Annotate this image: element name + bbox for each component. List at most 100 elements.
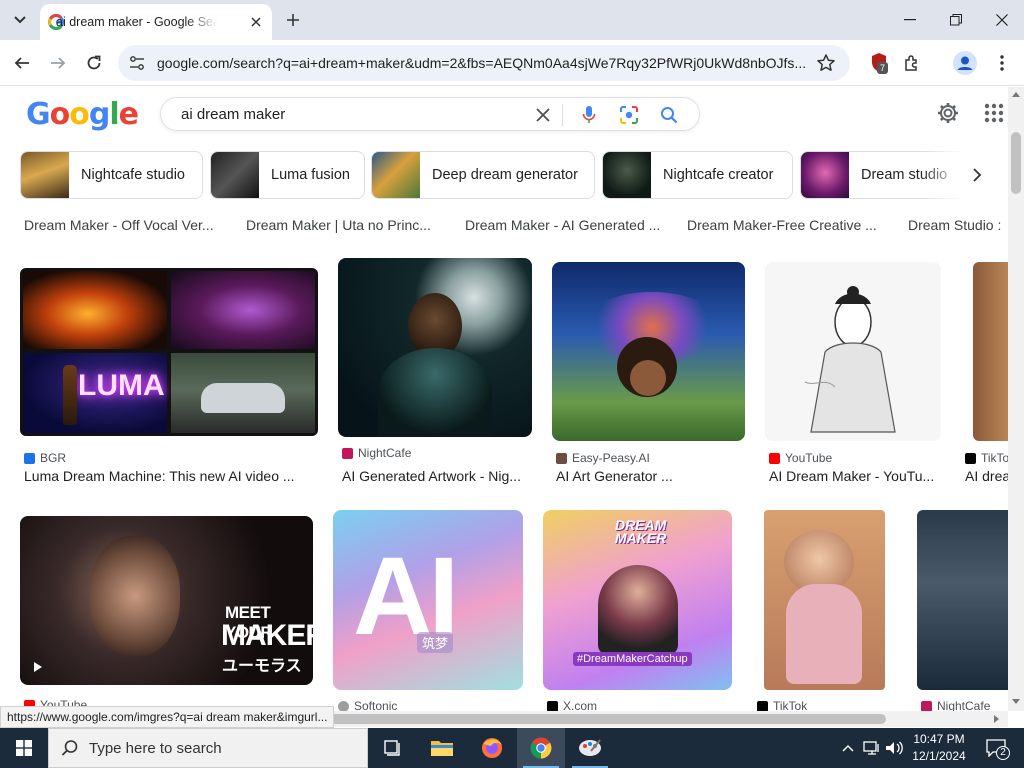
scroll-up-icon[interactable] xyxy=(1012,91,1020,97)
minimize-button[interactable] xyxy=(890,6,930,34)
url-text[interactable]: google.com/search?q=ai+dream+maker&udm=2… xyxy=(157,55,807,71)
firefox-taskbar-button[interactable] xyxy=(468,728,516,768)
active-tab[interactable]: ai dream maker - Google Search xyxy=(40,4,272,40)
scroll-right-icon[interactable] xyxy=(994,715,1000,723)
forward-button[interactable] xyxy=(44,49,72,77)
address-bar[interactable]: google.com/search?q=ai+dream+maker&udm=2… xyxy=(118,45,850,81)
result-title[interactable]: Dream Maker - AI Generated ... xyxy=(465,217,665,233)
result-image[interactable] xyxy=(764,510,885,690)
result-image[interactable]: LUMA xyxy=(20,268,318,436)
result-image[interactable]: AI 筑梦 xyxy=(333,510,523,690)
result-title[interactable]: Luma Dream Machine: This new AI video ..… xyxy=(24,468,314,484)
result-title[interactable]: AI Art Generator ... xyxy=(556,468,746,484)
result-title[interactable]: AI Dream Maker - YouTu... xyxy=(769,468,944,484)
result-image[interactable]: DREAM MAKER #DreamMakerCatchup xyxy=(543,510,732,690)
logo-letter: l xyxy=(109,97,119,132)
paint-taskbar-button[interactable] xyxy=(566,728,614,768)
result-image[interactable]: MEET YOUR MAKER ユーモラス xyxy=(20,516,313,685)
taskbar-clock[interactable]: 10:47 PM 12/1/2024 xyxy=(906,731,972,765)
overlay-text: #DreamMakerCatchup xyxy=(573,652,692,666)
google-apps-button[interactable] xyxy=(984,103,1006,125)
result-source[interactable]: BGR xyxy=(24,451,66,465)
chevron-down-icon xyxy=(14,16,26,24)
network-button[interactable] xyxy=(862,738,882,758)
result-image[interactable] xyxy=(917,510,1008,690)
profile-button[interactable] xyxy=(953,51,977,75)
chevron-up-icon xyxy=(842,744,854,752)
result-source[interactable]: X.com xyxy=(547,699,597,711)
voice-search-icon[interactable] xyxy=(579,105,599,125)
arrow-left-icon xyxy=(14,57,29,69)
new-tab-button[interactable] xyxy=(282,9,304,31)
result-source[interactable]: TikTo xyxy=(965,451,1008,465)
extension-badge: 7 xyxy=(877,62,889,74)
chips-scroll-right-button[interactable] xyxy=(962,163,992,187)
result-title[interactable]: Dream Studio : xyxy=(908,217,1008,233)
network-icon xyxy=(863,741,879,755)
result-image[interactable] xyxy=(973,262,1008,441)
chrome-taskbar-button[interactable] xyxy=(517,728,565,768)
result-image[interactable] xyxy=(552,262,745,441)
search-box[interactable]: ai dream maker xyxy=(160,97,700,131)
search-icon[interactable] xyxy=(659,105,679,125)
vertical-scrollbar[interactable] xyxy=(1008,87,1024,711)
result-title[interactable]: AI Generated Artwork - Nig... xyxy=(342,468,532,484)
child-face-graphic xyxy=(630,360,666,396)
back-button[interactable] xyxy=(8,49,36,77)
volume-button[interactable] xyxy=(884,738,904,758)
clear-search-icon[interactable] xyxy=(533,105,553,125)
result-source[interactable]: NightCafe xyxy=(342,446,411,460)
luma-neon-text: LUMA xyxy=(78,369,165,402)
chrome-menu-button[interactable] xyxy=(990,51,1014,75)
grid-icon xyxy=(984,103,1004,123)
result-source[interactable]: YouTube xyxy=(769,451,832,465)
bookmark-star-icon[interactable] xyxy=(816,53,836,73)
chip-luma-fusion[interactable]: Luma fusion xyxy=(210,151,365,199)
chip-nightcafe-creator[interactable]: Nightcafe creator xyxy=(602,151,793,199)
result-title[interactable]: Dream Maker-Free Creative ... xyxy=(687,217,887,233)
tab-title: ai dream maker - Google Search xyxy=(56,15,218,29)
task-view-button[interactable] xyxy=(368,728,416,768)
google-header: Google ai dream maker Nightcafe studio L… xyxy=(0,87,1008,217)
tab-search-button[interactable] xyxy=(6,7,34,33)
vertical-scroll-thumb[interactable] xyxy=(1011,132,1021,194)
result-source[interactable]: TikTok xyxy=(757,699,807,711)
file-explorer-taskbar-button[interactable] xyxy=(418,728,466,768)
result-title[interactable]: Dream Maker - Off Vocal Ver... xyxy=(24,217,224,233)
action-center-button[interactable]: 2 xyxy=(984,738,1010,760)
clock-date: 12/1/2024 xyxy=(912,749,966,763)
reload-button[interactable] xyxy=(80,49,108,77)
result-title[interactable]: Dream Maker | Uta no Princ... xyxy=(246,217,446,233)
result-image[interactable] xyxy=(765,262,941,441)
start-button[interactable] xyxy=(0,728,48,768)
tiktok-icon xyxy=(757,700,768,711)
taskbar-search-box[interactable]: Type here to search xyxy=(48,728,368,768)
extension-shield-button[interactable]: 7 xyxy=(868,51,892,75)
google-logo[interactable]: Google xyxy=(26,97,139,132)
result-source[interactable]: Softonic xyxy=(338,699,397,711)
lens-search-icon[interactable] xyxy=(619,105,639,125)
scroll-down-icon[interactable] xyxy=(1012,699,1020,705)
baby-outfit-graphic xyxy=(786,584,862,684)
extensions-button[interactable] xyxy=(900,51,924,75)
result-image[interactable] xyxy=(338,258,532,437)
close-tab-icon[interactable] xyxy=(248,14,264,30)
source-name: NightCafe xyxy=(937,699,991,711)
site-info-icon[interactable] xyxy=(128,54,146,72)
show-hidden-icons-button[interactable] xyxy=(838,738,858,758)
restore-button[interactable] xyxy=(936,6,976,34)
browser-toolbar: google.com/search?q=ai+dream+maker&udm=2… xyxy=(0,40,1024,86)
result-source[interactable]: Easy-Peasy.AI xyxy=(556,451,650,465)
taskbar-search-placeholder: Type here to search xyxy=(89,740,222,757)
settings-button[interactable] xyxy=(936,101,962,127)
chip-nightcafe-studio[interactable]: Nightcafe studio xyxy=(20,151,203,199)
result-source[interactable]: NightCafe xyxy=(921,699,990,711)
puzzle-icon xyxy=(905,55,917,71)
chip-deep-dream-generator[interactable]: Deep dream generator xyxy=(371,151,595,199)
close-window-button[interactable] xyxy=(982,6,1022,34)
search-input[interactable]: ai dream maker xyxy=(181,106,285,123)
result-title[interactable]: AI drea xyxy=(965,468,1008,484)
gear-icon xyxy=(938,103,958,123)
source-name: Easy-Peasy.AI xyxy=(572,451,650,465)
source-name: TikTo xyxy=(981,451,1008,465)
